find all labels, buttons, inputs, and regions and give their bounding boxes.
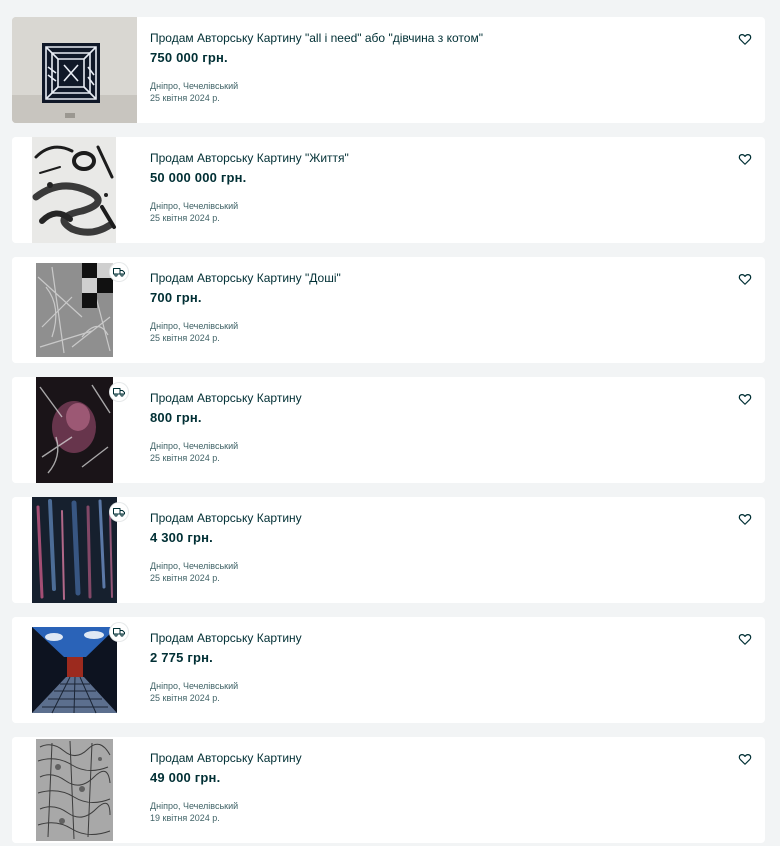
listing-date: 25 квітня 2024 р. — [150, 93, 220, 103]
truck-icon — [110, 263, 128, 281]
listing-price: 700 грн. — [150, 290, 202, 305]
listing-card[interactable]: Продам Авторську Картину "all i need" аб… — [12, 17, 765, 123]
listing-title[interactable]: Продам Авторську Картину "all i need" аб… — [150, 31, 710, 46]
listing-results: Продам Авторську Картину "all i need" аб… — [0, 0, 780, 846]
listing-location: Дніпро, Чечелівський — [150, 201, 239, 211]
painting-abstract-swirls-icon — [32, 137, 116, 243]
truck-icon — [110, 623, 128, 641]
heart-outline-icon[interactable] — [738, 32, 752, 46]
heart-outline-icon[interactable] — [738, 632, 752, 646]
truck-icon — [110, 503, 128, 521]
listing-price: 4 300 грн. — [150, 530, 213, 545]
listing-title[interactable]: Продам Авторську Картину — [150, 631, 710, 646]
listing-card[interactable]: Продам Авторську Картину 4 300 грн. Дніп… — [12, 497, 765, 603]
listing-card[interactable]: Продам Авторську Картину "Життя" 50 000 … — [12, 137, 765, 243]
listing-location: Дніпро, Чечелівський — [150, 81, 239, 91]
listing-title[interactable]: Продам Авторську Картину "Доші" — [150, 271, 710, 286]
listing-date: 25 квітня 2024 р. — [150, 333, 220, 343]
listing-price: 750 000 грн. — [150, 50, 228, 65]
truck-icon — [110, 383, 128, 401]
listing-price: 800 грн. — [150, 410, 202, 425]
listing-price: 2 775 грн. — [150, 650, 213, 665]
listing-title[interactable]: Продам Авторську Картину — [150, 391, 710, 406]
listing-card[interactable]: Продам Авторську Картину 2 775 грн. Дніп… — [12, 617, 765, 723]
painting-geometric-bw-icon — [12, 17, 137, 123]
listing-date: 25 квітня 2024 р. — [150, 693, 220, 703]
listing-date: 19 квітня 2024 р. — [150, 813, 220, 823]
heart-outline-icon[interactable] — [738, 392, 752, 406]
heart-outline-icon[interactable] — [738, 152, 752, 166]
listing-date: 25 квітня 2024 р. — [150, 573, 220, 583]
listing-thumbnail[interactable] — [12, 17, 137, 123]
listing-location: Дніпро, Чечелівський — [150, 681, 239, 691]
listing-location: Дніпро, Чечелівський — [150, 321, 239, 331]
listing-card[interactable]: Продам Авторську Картину 800 грн. Дніпро… — [12, 377, 765, 483]
listing-thumbnail[interactable] — [12, 137, 137, 243]
heart-outline-icon[interactable] — [738, 752, 752, 766]
listing-location: Дніпро, Чечелівський — [150, 561, 239, 571]
listing-location: Дніпро, Чечелівський — [150, 801, 239, 811]
listing-card[interactable]: Продам Авторську Картину 49 000 грн. Дні… — [12, 737, 765, 843]
listing-date: 25 квітня 2024 р. — [150, 453, 220, 463]
listing-card[interactable]: Продам Авторську Картину "Доші" 700 грн.… — [12, 257, 765, 363]
listing-title[interactable]: Продам Авторську Картину "Життя" — [150, 151, 710, 166]
heart-outline-icon[interactable] — [738, 272, 752, 286]
painting-pattern-doodle-icon — [36, 739, 113, 841]
listing-price: 50 000 000 грн. — [150, 170, 247, 185]
listing-date: 25 квітня 2024 р. — [150, 213, 220, 223]
listing-title[interactable]: Продам Авторську Картину — [150, 751, 710, 766]
listing-thumbnail[interactable] — [12, 737, 137, 843]
listing-title[interactable]: Продам Авторську Картину — [150, 511, 710, 526]
heart-outline-icon[interactable] — [738, 512, 752, 526]
listing-price: 49 000 грн. — [150, 770, 221, 785]
listing-location: Дніпро, Чечелівський — [150, 441, 239, 451]
